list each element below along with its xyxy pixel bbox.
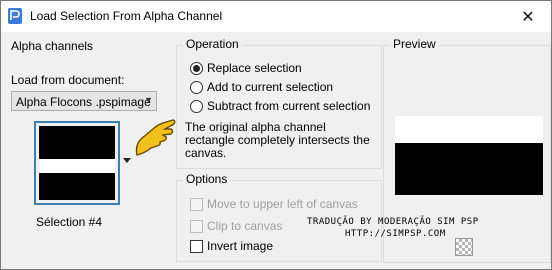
- subtract-selection-radio[interactable]: [190, 100, 203, 113]
- app-icon: [8, 8, 22, 24]
- alpha-channels-heading: Alpha channels: [11, 39, 94, 53]
- replace-selection-radio[interactable]: [190, 62, 203, 75]
- operation-heading: Operation: [183, 37, 242, 51]
- title-bar: Load Selection From Alpha Channel ✕: [1, 1, 551, 32]
- add-to-selection-label[interactable]: Add to current selection: [207, 80, 333, 94]
- checkerboard-icon[interactable]: [455, 238, 473, 256]
- window-title: Load Selection From Alpha Channel: [30, 9, 223, 23]
- credit-line-2: HTTP://SIMPSP.COM: [345, 229, 446, 239]
- invert-image-label[interactable]: Invert image: [207, 239, 273, 253]
- selection-name: Sélection #4: [35, 215, 103, 229]
- preview-heading: Preview: [390, 37, 439, 51]
- document-select[interactable]: Alpha Flocons .pspimage ▼: [11, 91, 157, 111]
- thumbnail-band: [39, 159, 115, 173]
- operation-description: The original alpha channel rectangle com…: [185, 120, 370, 160]
- move-upper-left-checkbox[interactable]: [190, 198, 203, 211]
- alpha-channel-thumbnail[interactable]: [34, 121, 120, 205]
- clip-to-canvas-checkbox[interactable]: [190, 220, 203, 233]
- close-icon: ✕: [521, 8, 535, 26]
- credit-line-1: TRADUÇÃO BY MODERAÇÃO SIM PSP: [307, 217, 479, 227]
- close-button[interactable]: ✕: [505, 1, 551, 32]
- preview-image-white: [395, 116, 543, 143]
- load-from-document-label: Load from document:: [11, 73, 125, 87]
- move-upper-left-label: Move to upper left of canvas: [207, 197, 358, 211]
- options-heading: Options: [183, 172, 231, 186]
- chevron-down-icon: ▼: [144, 95, 153, 105]
- subtract-selection-label[interactable]: Subtract from current selection: [207, 99, 370, 113]
- replace-selection-label[interactable]: Replace selection: [207, 61, 302, 75]
- thumbnail-image: [39, 126, 115, 200]
- preview-image-black: [395, 143, 543, 195]
- load-selection-dialog: Load Selection From Alpha Channel ✕ Alph…: [0, 0, 552, 270]
- pointing-hand-icon: [135, 119, 176, 156]
- document-select-value: Alpha Flocons .pspimage: [16, 95, 151, 109]
- add-to-selection-radio[interactable]: [190, 81, 203, 94]
- dropdown-arrow-icon[interactable]: [121, 153, 133, 167]
- invert-image-checkbox[interactable]: [190, 240, 203, 253]
- clip-to-canvas-label: Clip to canvas: [207, 219, 283, 233]
